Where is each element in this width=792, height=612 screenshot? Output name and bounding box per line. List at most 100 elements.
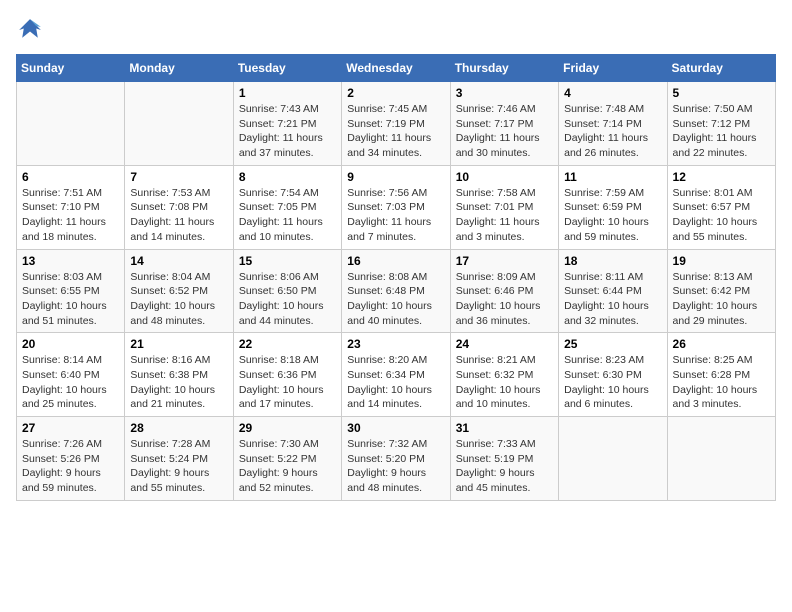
day-number: 1 [239,86,336,100]
day-info: Sunrise: 8:20 AM Sunset: 6:34 PM Dayligh… [347,353,444,412]
calendar-cell: 24 Sunrise: 8:21 AM Sunset: 6:32 PM Dayli… [450,333,558,417]
day-info: Sunrise: 7:54 AM Sunset: 7:05 PM Dayligh… [239,186,336,245]
week-row-2: 6Sunrise: 7:51 AM Sunset: 7:10 PM Daylig… [17,165,776,249]
day-info: Sunrise: 8:14 AM Sunset: 6:40 PM Dayligh… [22,353,119,412]
day-number: 21 [130,337,227,351]
week-row-4: 20Sunrise: 8:14 AM Sunset: 6:40 PM Dayli… [17,333,776,417]
day-info: Sunrise: 7:33 AM Sunset: 5:19 PM Dayligh… [456,437,553,496]
day-number: 14 [130,254,227,268]
day-info: Sunrise: 8:03 AM Sunset: 6:55 PM Dayligh… [22,270,119,329]
weekday-header-friday: Friday [559,55,667,82]
day-info: Sunrise: 7:45 AM Sunset: 7:19 PM Dayligh… [347,102,444,161]
calendar-header: SundayMondayTuesdayWednesdayThursdayFrid… [17,55,776,82]
day-info: Sunrise: 7:46 AM Sunset: 7:17 PM Dayligh… [456,102,553,161]
calendar-cell: 29Sunrise: 7:30 AM Sunset: 5:22 PM Dayli… [233,417,341,501]
day-info: Sunrise: 7:32 AM Sunset: 5:20 PM Dayligh… [347,437,444,496]
calendar-cell: 18Sunrise: 8:11 AM Sunset: 6:44 PM Dayli… [559,249,667,333]
day-info: Sunrise: 7:30 AM Sunset: 5:22 PM Dayligh… [239,437,336,496]
calendar-cell: 14 Sunrise: 8:04 AM Sunset: 6:52 PM Dayli… [125,249,233,333]
page-header [16,16,776,44]
calendar-cell: 25 Sunrise: 8:23 AM Sunset: 6:30 PM Dayli… [559,333,667,417]
calendar-cell: 26 Sunrise: 8:25 AM Sunset: 6:28 PM Dayli… [667,333,775,417]
calendar-cell: 23 Sunrise: 8:20 AM Sunset: 6:34 PM Dayli… [342,333,450,417]
day-info: Sunrise: 7:28 AM Sunset: 5:24 PM Dayligh… [130,437,227,496]
calendar-cell: 2 Sunrise: 7:45 AM Sunset: 7:19 PM Daylig… [342,82,450,166]
calendar-cell: 9Sunrise: 7:56 AM Sunset: 7:03 PM Daylig… [342,165,450,249]
day-number: 30 [347,421,444,435]
calendar-cell: 6Sunrise: 7:51 AM Sunset: 7:10 PM Daylig… [17,165,125,249]
day-number: 13 [22,254,119,268]
calendar-cell: 3 Sunrise: 7:46 AM Sunset: 7:17 PM Daylig… [450,82,558,166]
day-info: Sunrise: 7:50 AM Sunset: 7:12 PM Dayligh… [673,102,770,161]
day-info: Sunrise: 8:21 AM Sunset: 6:32 PM Dayligh… [456,353,553,412]
day-number: 12 [673,170,770,184]
day-info: Sunrise: 8:18 AM Sunset: 6:36 PM Dayligh… [239,353,336,412]
day-number: 15 [239,254,336,268]
day-info: Sunrise: 7:43 AM Sunset: 7:21 PM Dayligh… [239,102,336,161]
day-info: Sunrise: 8:11 AM Sunset: 6:44 PM Dayligh… [564,270,661,329]
day-info: Sunrise: 8:04 AM Sunset: 6:52 PM Dayligh… [130,270,227,329]
day-number: 8 [239,170,336,184]
weekday-header-wednesday: Wednesday [342,55,450,82]
day-info: Sunrise: 8:23 AM Sunset: 6:30 PM Dayligh… [564,353,661,412]
calendar-body: 1 Sunrise: 7:43 AM Sunset: 7:21 PM Daylig… [17,82,776,501]
calendar-cell: 4 Sunrise: 7:48 AM Sunset: 7:14 PM Daylig… [559,82,667,166]
calendar-cell: 27 Sunrise: 7:26 AM Sunset: 5:26 PM Dayli… [17,417,125,501]
weekday-header-sunday: Sunday [17,55,125,82]
calendar-cell: 15 Sunrise: 8:06 AM Sunset: 6:50 PM Dayli… [233,249,341,333]
day-number: 11 [564,170,661,184]
day-info: Sunrise: 8:09 AM Sunset: 6:46 PM Dayligh… [456,270,553,329]
logo-icon [16,16,44,44]
weekday-header-row: SundayMondayTuesdayWednesdayThursdayFrid… [17,55,776,82]
day-number: 2 [347,86,444,100]
calendar-cell [559,417,667,501]
day-number: 3 [456,86,553,100]
weekday-header-monday: Monday [125,55,233,82]
day-number: 19 [673,254,770,268]
weekday-header-tuesday: Tuesday [233,55,341,82]
calendar-cell: 8 Sunrise: 7:54 AM Sunset: 7:05 PM Daylig… [233,165,341,249]
calendar-table: SundayMondayTuesdayWednesdayThursdayFrid… [16,54,776,501]
week-row-5: 27 Sunrise: 7:26 AM Sunset: 5:26 PM Dayli… [17,417,776,501]
calendar-cell: 19Sunrise: 8:13 AM Sunset: 6:42 PM Dayli… [667,249,775,333]
day-number: 25 [564,337,661,351]
day-info: Sunrise: 7:48 AM Sunset: 7:14 PM Dayligh… [564,102,661,161]
calendar-cell: 30 Sunrise: 7:32 AM Sunset: 5:20 PM Dayli… [342,417,450,501]
day-number: 7 [130,170,227,184]
day-info: Sunrise: 7:59 AM Sunset: 6:59 PM Dayligh… [564,186,661,245]
calendar-cell: 1 Sunrise: 7:43 AM Sunset: 7:21 PM Daylig… [233,82,341,166]
day-info: Sunrise: 7:56 AM Sunset: 7:03 PM Dayligh… [347,186,444,245]
calendar-cell: 5 Sunrise: 7:50 AM Sunset: 7:12 PM Daylig… [667,82,775,166]
day-number: 23 [347,337,444,351]
calendar-cell: 20Sunrise: 8:14 AM Sunset: 6:40 PM Dayli… [17,333,125,417]
calendar-cell: 21Sunrise: 8:16 AM Sunset: 6:38 PM Dayli… [125,333,233,417]
calendar-cell [125,82,233,166]
day-number: 26 [673,337,770,351]
day-number: 24 [456,337,553,351]
day-info: Sunrise: 7:26 AM Sunset: 5:26 PM Dayligh… [22,437,119,496]
day-number: 17 [456,254,553,268]
calendar-cell: 7 Sunrise: 7:53 AM Sunset: 7:08 PM Daylig… [125,165,233,249]
day-number: 28 [130,421,227,435]
weekday-header-thursday: Thursday [450,55,558,82]
calendar-cell: 31 Sunrise: 7:33 AM Sunset: 5:19 PM Dayli… [450,417,558,501]
day-info: Sunrise: 8:08 AM Sunset: 6:48 PM Dayligh… [347,270,444,329]
day-number: 31 [456,421,553,435]
calendar-cell: 12Sunrise: 8:01 AM Sunset: 6:57 PM Dayli… [667,165,775,249]
day-number: 27 [22,421,119,435]
day-number: 22 [239,337,336,351]
week-row-3: 13 Sunrise: 8:03 AM Sunset: 6:55 PM Dayli… [17,249,776,333]
day-number: 4 [564,86,661,100]
day-number: 5 [673,86,770,100]
day-info: Sunrise: 7:53 AM Sunset: 7:08 PM Dayligh… [130,186,227,245]
calendar-cell: 16Sunrise: 8:08 AM Sunset: 6:48 PM Dayli… [342,249,450,333]
day-info: Sunrise: 8:06 AM Sunset: 6:50 PM Dayligh… [239,270,336,329]
calendar-cell [17,82,125,166]
week-row-1: 1 Sunrise: 7:43 AM Sunset: 7:21 PM Daylig… [17,82,776,166]
day-info: Sunrise: 7:58 AM Sunset: 7:01 PM Dayligh… [456,186,553,245]
day-info: Sunrise: 8:25 AM Sunset: 6:28 PM Dayligh… [673,353,770,412]
day-number: 10 [456,170,553,184]
calendar-cell: 11 Sunrise: 7:59 AM Sunset: 6:59 PM Dayli… [559,165,667,249]
calendar-cell: 17 Sunrise: 8:09 AM Sunset: 6:46 PM Dayli… [450,249,558,333]
calendar-cell: 28 Sunrise: 7:28 AM Sunset: 5:24 PM Dayli… [125,417,233,501]
